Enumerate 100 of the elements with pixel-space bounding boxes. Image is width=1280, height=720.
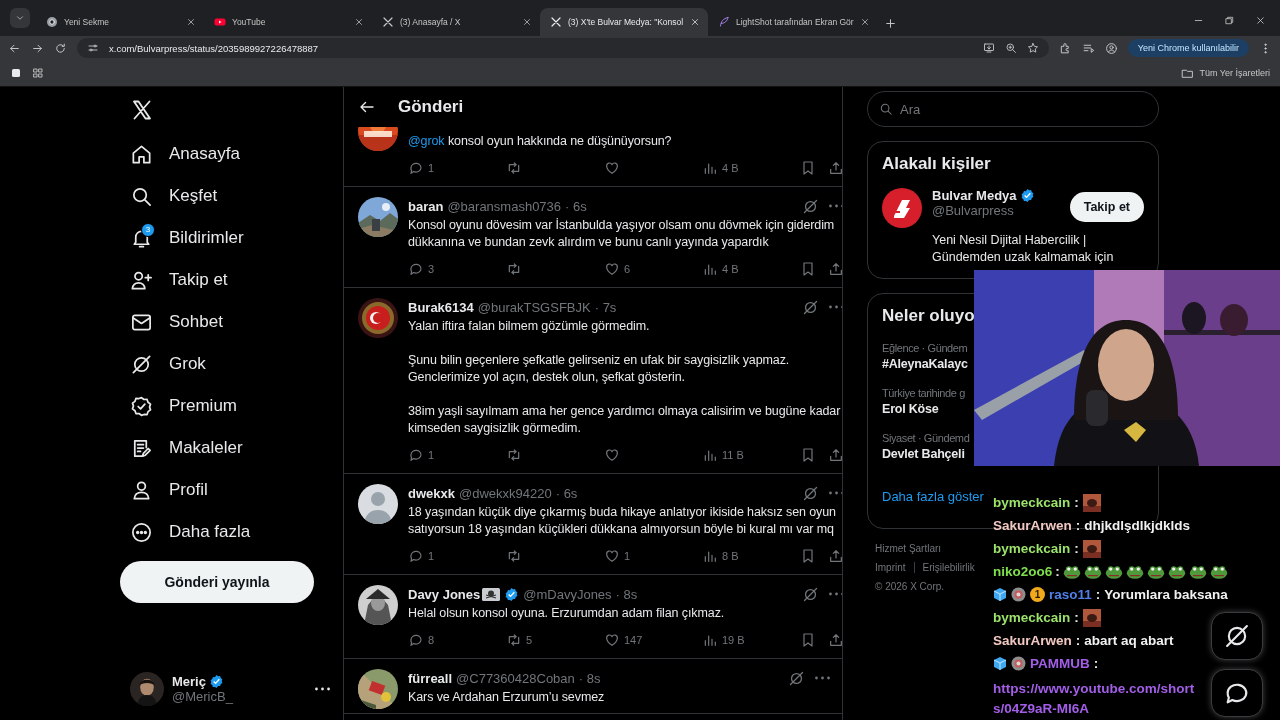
browser-tab[interactable]: YouTube — [204, 8, 372, 36]
footer-link[interactable]: Erişilebilirlik — [913, 562, 983, 573]
nav-item[interactable]: Premium — [120, 385, 343, 427]
share-button[interactable] — [828, 160, 842, 176]
trend-title[interactable]: #AleynaKalayc — [882, 357, 968, 371]
user-handle[interactable]: @mDavyJones — [523, 586, 612, 602]
search-field[interactable]: Ara — [867, 91, 1159, 127]
reply-button[interactable]: 1 — [408, 548, 506, 564]
user-name[interactable]: Burak6134 — [408, 299, 474, 315]
round-badge-icon — [1011, 587, 1026, 602]
close-tab-button[interactable] — [354, 17, 364, 27]
update-button[interactable]: Yeni Chrome kullanılabilir — [1127, 39, 1249, 57]
star-icon — [1026, 42, 1039, 54]
chat-colon: : — [1074, 609, 1079, 627]
share-button[interactable] — [828, 261, 842, 277]
like-button[interactable]: 147 — [604, 632, 702, 648]
more-button[interactable] — [829, 491, 842, 495]
cube-icon — [993, 656, 1007, 671]
restore-button[interactable] — [1224, 15, 1235, 26]
footer-link[interactable]: Hizmet Şartları — [867, 543, 950, 554]
post-time: · 6s — [555, 485, 578, 501]
messages-button[interactable] — [1211, 669, 1263, 717]
like-button[interactable]: 6 — [604, 261, 702, 277]
close-tab-button[interactable] — [522, 17, 532, 27]
user-handle[interactable]: @C77360428Coban — [456, 670, 575, 686]
trend-title[interactable]: Devlet Bahçeli — [882, 447, 965, 461]
browser-tab[interactable]: (3) X'te Bulvar Medya: "Konsol — [540, 8, 708, 36]
views-button[interactable]: 4 B — [702, 261, 800, 277]
nav-item[interactable]: Grok — [120, 343, 343, 385]
close-tab-button[interactable] — [690, 17, 700, 27]
close-tab-button[interactable] — [859, 17, 870, 27]
browser-tab[interactable]: (3) Anasayfa / X — [372, 8, 540, 36]
user-name[interactable]: fürreall — [408, 670, 453, 686]
views-button[interactable]: 4 B — [702, 160, 800, 176]
search-icon — [879, 102, 893, 116]
trend-category: Türkiye tarihinde g — [882, 387, 965, 399]
bookmark-button[interactable] — [10, 67, 22, 79]
nav-item[interactable]: Keşfet — [120, 175, 343, 217]
chat-colon: : — [1093, 655, 1099, 673]
post-text: @grok konsol oyun hakkında ne düşünüyorsun? — [408, 133, 673, 150]
user-handle[interactable]: @burakTSGSFBJK — [477, 299, 591, 315]
trend-category: Siyaset · Gündemd — [882, 432, 970, 444]
nav-item[interactable]: Profil — [120, 469, 343, 511]
nav-item[interactable]: 3 Bildirimler — [120, 217, 343, 259]
user-name[interactable]: Davy Jones — [408, 586, 481, 602]
grok-button[interactable] — [1211, 612, 1263, 660]
reply-button[interactable]: 8 — [408, 632, 506, 648]
nav-item[interactable]: Sohbet — [120, 301, 343, 343]
apps-button[interactable] — [32, 67, 44, 79]
close-tab-button[interactable] — [186, 17, 196, 27]
nav-item[interactable]: Anasayfa — [120, 133, 343, 175]
chat-username: PAMMUB — [1030, 655, 1090, 673]
more-button[interactable] — [829, 204, 842, 208]
user-name[interactable]: dwekxk — [408, 485, 455, 501]
bookmark-icon — [800, 261, 816, 277]
footer-link[interactable]: Imprint — [867, 562, 914, 573]
extensions-button[interactable] — [1058, 41, 1072, 55]
show-more-link[interactable]: Daha fazla göster — [882, 489, 984, 504]
bookmark-icon — [800, 548, 816, 564]
like-button[interactable]: 1 — [604, 548, 702, 564]
more-button[interactable] — [829, 305, 842, 309]
mention-link[interactable]: @grok — [408, 134, 445, 148]
browser-tab[interactable]: LightShot tarafından Ekran Gör — [708, 8, 876, 36]
views-button[interactable]: 19 B — [702, 632, 800, 648]
trend-title[interactable]: Erol Köse — [882, 402, 939, 416]
share-button[interactable] — [828, 447, 842, 463]
account-name[interactable]: Bulvar Medya — [932, 188, 1017, 203]
reload-button[interactable] — [54, 41, 67, 55]
chat-link[interactable]: https://www.youtube.com/shorts/04Z9aR-MI6A — [993, 679, 1205, 719]
more-button[interactable] — [829, 592, 842, 596]
bar-chart-icon — [702, 160, 718, 176]
nav-item[interactable]: Takip et — [120, 259, 343, 301]
new-tab-button[interactable] — [884, 17, 897, 30]
feather-icon — [718, 16, 730, 28]
all-bookmarks-button[interactable]: Tüm Yer İşaretleri — [1181, 66, 1270, 80]
user-handle[interactable]: @baransmash0736 — [447, 198, 562, 214]
repost-button[interactable]: 5 — [506, 632, 604, 648]
follow-button[interactable]: Takip et — [1069, 192, 1144, 222]
restore-icon — [1224, 15, 1235, 26]
browser-tab[interactable]: Yeni Sekme — [36, 8, 204, 36]
user-handle[interactable]: @dwekxk94220 — [459, 485, 552, 501]
profile-button[interactable] — [1104, 41, 1118, 55]
views-button[interactable]: 8 B — [702, 548, 800, 564]
reply-button[interactable]: 3 — [408, 261, 506, 277]
user-name[interactable]: baran — [408, 198, 444, 214]
views-button[interactable]: 11 B — [702, 447, 800, 463]
frog-emote-icon — [1125, 564, 1144, 579]
nav-item[interactable]: Makaleler — [120, 427, 343, 469]
close-window-button[interactable] — [1255, 15, 1266, 26]
share-button[interactable] — [828, 632, 842, 648]
account-menu-button[interactable] — [315, 687, 330, 691]
reply-button[interactable]: 1 — [408, 160, 506, 176]
x-logo-icon — [382, 16, 394, 28]
heart-icon — [604, 261, 620, 277]
more-button[interactable] — [815, 676, 830, 680]
reply-button[interactable]: 1 — [408, 447, 506, 463]
post-button[interactable]: Gönderi yayınla — [120, 561, 314, 603]
address-bar[interactable]: x.com/Bulvarpress/status/2035989927226478887 — [77, 38, 1049, 58]
nav-item[interactable]: Daha fazla — [120, 511, 343, 553]
share-button[interactable] — [828, 548, 842, 564]
